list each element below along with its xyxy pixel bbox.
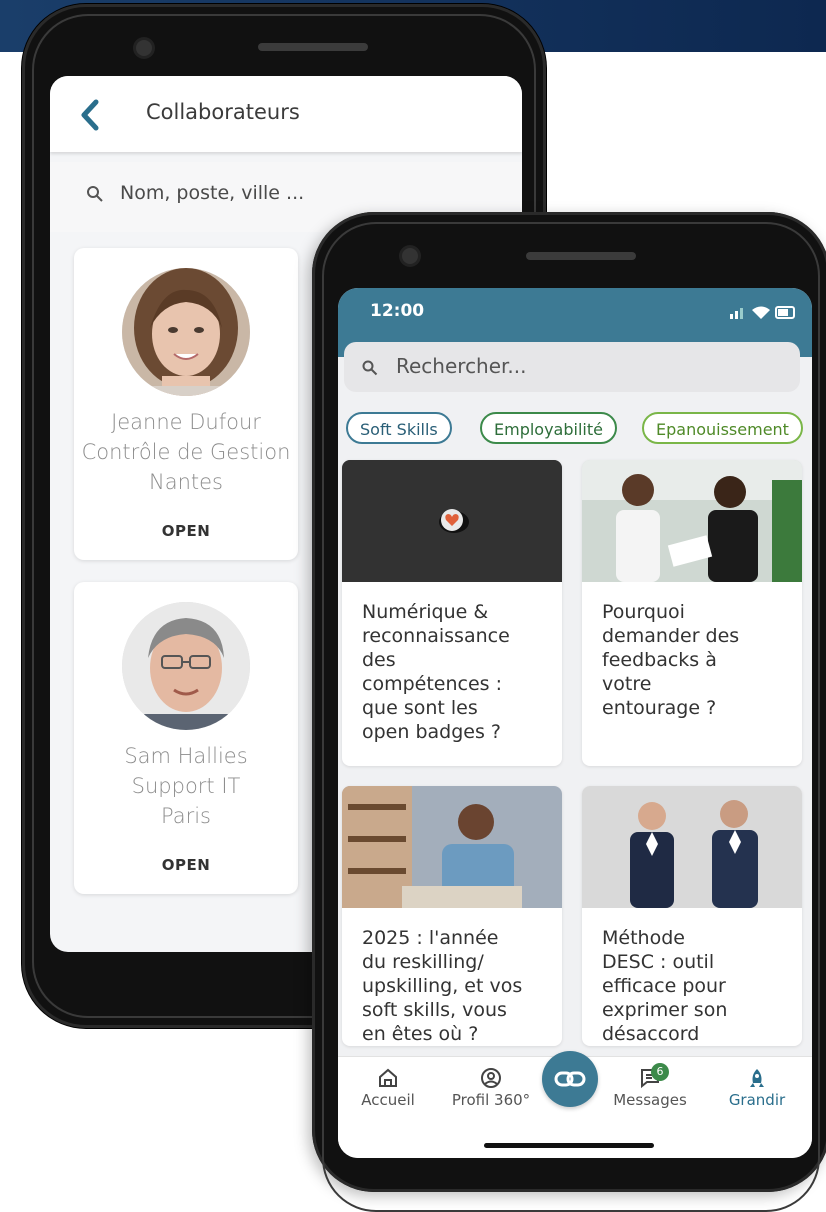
article-card[interactable]: Numérique & reconnaissance des compétenc… bbox=[342, 460, 562, 766]
link-icon bbox=[554, 1071, 586, 1087]
person-name: Jeanne Dufour bbox=[111, 410, 261, 434]
nav-grow-label: Grandir bbox=[728, 1091, 786, 1109]
user-circle-icon bbox=[481, 1068, 501, 1088]
nav-home-label: Accueil bbox=[361, 1091, 415, 1109]
speaker bbox=[526, 252, 636, 260]
status-label: OPEN bbox=[161, 522, 211, 540]
person-city: Paris bbox=[161, 804, 211, 828]
rocket-icon bbox=[750, 1069, 764, 1087]
front-phone: 12:00 Rechercher... Soft Skills Employab… bbox=[312, 212, 826, 1212]
category-chips: Soft Skills Employabilité Epanouissement bbox=[346, 412, 812, 448]
article-title: Méthode DESC : outil efficace pour expri… bbox=[602, 927, 728, 1045]
messages-badge: 6 bbox=[651, 1063, 669, 1081]
nav-messages[interactable]: 6 Messages bbox=[604, 1063, 696, 1109]
avatar bbox=[122, 268, 250, 396]
search-icon bbox=[87, 186, 103, 202]
article-image bbox=[342, 786, 562, 908]
nav-grow[interactable]: Grandir bbox=[722, 1067, 792, 1109]
bottom-navigation: Accueil Profil 360° 6 Messages Grandir bbox=[338, 1051, 812, 1158]
nav-home[interactable]: Accueil bbox=[356, 1067, 420, 1109]
nav-profile-label: Profil 360° bbox=[451, 1091, 531, 1109]
article-card[interactable]: Méthode DESC : outil efficace pour expri… bbox=[582, 786, 802, 1046]
article-card[interactable]: 2025 : l'année du reskilling/ upskilling… bbox=[342, 786, 562, 1046]
person-role: Support IT bbox=[131, 774, 241, 798]
nav-profile[interactable]: Profil 360° bbox=[444, 1067, 538, 1109]
status-bar: 12:00 bbox=[338, 288, 812, 336]
home-icon bbox=[379, 1068, 397, 1087]
article-title: Pourquoi demander des feedbacks à votre … bbox=[602, 601, 740, 719]
search-input[interactable]: Rechercher... bbox=[344, 342, 800, 392]
back-arrow-icon[interactable] bbox=[76, 98, 106, 132]
link-button[interactable] bbox=[542, 1051, 598, 1107]
chip-employabilite[interactable]: Employabilité bbox=[480, 412, 617, 444]
person-role: Contrôle de Gestion bbox=[81, 440, 291, 464]
avatar bbox=[122, 602, 250, 730]
search-icon bbox=[362, 360, 378, 376]
home-indicator bbox=[484, 1143, 654, 1148]
person-card[interactable]: Sam Hallies Support IT Paris OPEN bbox=[74, 582, 298, 894]
search-placeholder: Nom, poste, ville ... bbox=[120, 182, 305, 204]
article-image bbox=[342, 460, 562, 582]
article-image bbox=[582, 786, 802, 908]
chip-epanouissement[interactable]: Epanouissement bbox=[642, 412, 803, 444]
article-title: 2025 : l'année du reskilling/ upskilling… bbox=[362, 927, 523, 1045]
speaker bbox=[258, 43, 368, 51]
person-card[interactable]: Jeanne Dufour Contrôle de Gestion Nantes… bbox=[74, 248, 298, 560]
camera bbox=[402, 248, 418, 264]
nav-messages-label: Messages bbox=[613, 1091, 687, 1109]
signal-wifi-battery-icon bbox=[730, 306, 795, 319]
article-image bbox=[582, 460, 802, 582]
status-time: 12:00 bbox=[370, 301, 425, 321]
page-title: Collaborateurs bbox=[146, 100, 300, 124]
person-city: Nantes bbox=[149, 470, 223, 494]
article-title: Numérique & reconnaissance des compétenc… bbox=[362, 601, 510, 743]
chip-soft-skills[interactable]: Soft Skills bbox=[346, 412, 452, 444]
header: Collaborateurs bbox=[50, 76, 522, 152]
camera bbox=[136, 40, 152, 56]
search-placeholder: Rechercher... bbox=[396, 354, 527, 378]
person-name: Sam Hallies bbox=[124, 744, 248, 768]
articles-screen: 12:00 Rechercher... Soft Skills Employab… bbox=[338, 288, 812, 1158]
status-label: OPEN bbox=[161, 856, 211, 874]
article-card[interactable]: Pourquoi demander des feedbacks à votre … bbox=[582, 460, 802, 766]
